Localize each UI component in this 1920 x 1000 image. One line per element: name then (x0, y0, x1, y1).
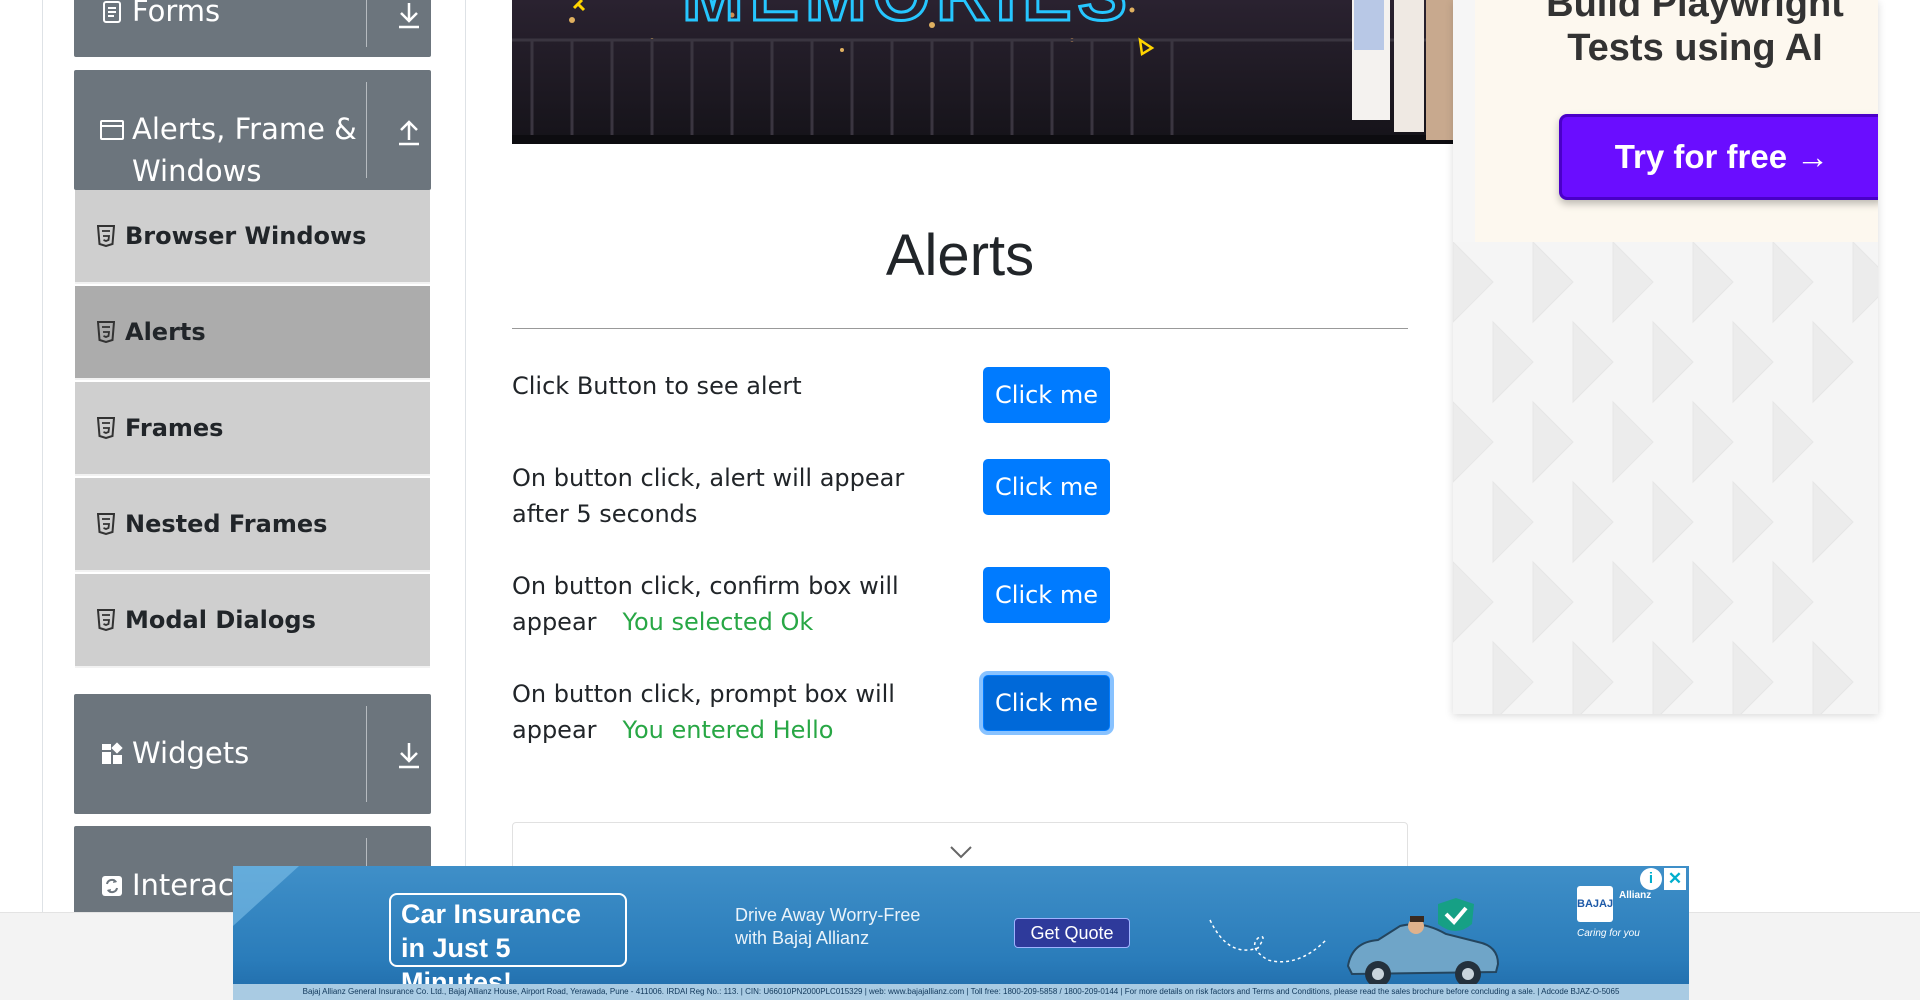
html5-icon (97, 225, 115, 247)
ad-headline: Build Playwright Tests using AI (1546, 0, 1844, 69)
window-icon (100, 120, 124, 140)
group-header-label: Forms (132, 0, 221, 28)
alert-row-text: Click Button to see alert (512, 372, 802, 400)
sidebar-item-label: Nested Frames (125, 510, 328, 538)
group-header-widgets[interactable]: Widgets (74, 694, 431, 814)
title-divider (512, 328, 1408, 329)
prompt-result: You entered Hello (622, 716, 834, 744)
upload-arrow-icon[interactable] (396, 116, 422, 146)
timer-alert-row-description: On button click, alert will appear after… (512, 460, 952, 532)
sidebar-item-modal-dialogs[interactable]: Modal Dialogs (75, 574, 430, 668)
header-divider (366, 0, 367, 47)
ad-subtext-line2: with Bajaj Allianz (735, 928, 870, 948)
ad-subtext: Drive Away Worry-Free with Bajaj Allianz (735, 904, 920, 950)
sidebar-item-browser-windows[interactable]: Browser Windows (75, 190, 430, 284)
ad-info-icon[interactable]: i (1640, 868, 1662, 890)
sidebar-item-frames[interactable]: Frames (75, 382, 430, 476)
sidebar-item-label: Alerts (125, 318, 206, 346)
try-for-free-button[interactable]: Try for free → (1559, 114, 1878, 200)
banner-image[interactable]: MEMORIES (512, 0, 1453, 144)
ad-headline-line1: Car Insurance (401, 899, 582, 929)
dotted-path-decoration (1209, 919, 1327, 963)
bajaj-allianz-logo: BAJAJ Allianz Caring for you (1577, 886, 1673, 946)
page: Forms Alerts, Frame & Windows Browser Wi… (0, 0, 1920, 1000)
html5-icon (97, 417, 115, 439)
alert-button[interactable]: Click me (983, 367, 1110, 423)
alert-row-description: Click Button to see alert (512, 368, 952, 404)
sidebar-item-label: Frames (125, 414, 224, 442)
group-header-label: Widgets (132, 736, 250, 770)
chevron-down-icon[interactable] (949, 845, 973, 859)
bottom-advertisement[interactable]: Car Insurance in Just 5 Minutes! Drive A… (233, 866, 1689, 1000)
banner-illustration: MEMORIES (512, 0, 1453, 144)
ad-pattern-background (1453, 242, 1878, 714)
group-header-label: Alerts, Frame & Windows (132, 112, 357, 188)
page-title: Alerts (885, 223, 1035, 288)
widgets-icon (102, 742, 123, 764)
brand-mark: BAJAJ (1577, 886, 1613, 922)
header-divider (366, 82, 367, 178)
header-divider (366, 706, 367, 802)
group-header-alerts-frame-windows[interactable]: Alerts, Frame & Windows (74, 70, 431, 190)
html5-icon (97, 321, 115, 343)
form-icon (103, 1, 121, 23)
ad-subtext-line1: Drive Away Worry-Free (735, 905, 921, 925)
page-border-left (42, 0, 43, 912)
interactions-icon (102, 876, 122, 896)
right-advertisement[interactable]: Build Playwright Tests using AI Try for … (1453, 0, 1878, 714)
ad-corner-accent (233, 866, 299, 926)
timer-alert-button[interactable]: Click me (983, 459, 1110, 515)
prompt-row-description: On button click, prompt box will appear Y… (512, 676, 952, 748)
prompt-button[interactable]: Click me (983, 675, 1110, 731)
car-illustration-icon (1346, 898, 1500, 987)
sidebar-item-nested-frames[interactable]: Nested Frames (75, 478, 430, 572)
confirm-result: You selected Ok (622, 608, 814, 636)
ad-headline-box: Car Insurance in Just 5 Minutes! (389, 893, 627, 997)
timer-alert-row-text: On button click, alert will appear after… (512, 464, 905, 528)
banner-neon-text: MEMORIES (682, 0, 1133, 36)
ad-close-icon[interactable]: ✕ (1664, 868, 1686, 890)
brand-name: Allianz (1619, 890, 1652, 901)
group-header-forms[interactable]: Forms (74, 0, 431, 57)
confirm-button[interactable]: Click me (983, 567, 1110, 623)
ad-disclaimer: Bajaj Allianz General Insurance Co. Ltd.… (233, 984, 1689, 1000)
banner-people (1352, 0, 1453, 140)
confirm-row-description: On button click, confirm box will appear… (512, 568, 952, 640)
html5-icon (97, 609, 115, 631)
sidebar-item-label: Modal Dialogs (125, 606, 316, 634)
download-arrow-icon[interactable] (396, 0, 422, 30)
ad-header-panel: Build Playwright Tests using AI Try for … (1475, 0, 1878, 242)
get-quote-button[interactable]: Get Quote (1014, 918, 1130, 948)
html5-icon (97, 513, 115, 535)
sidebar-item-alerts[interactable]: Alerts (75, 286, 430, 380)
brand-tagline: Caring for you (1577, 928, 1640, 939)
sidebar-item-label: Browser Windows (125, 222, 367, 250)
sidebar-border-right (465, 0, 466, 912)
download-arrow-icon[interactable] (396, 740, 422, 770)
